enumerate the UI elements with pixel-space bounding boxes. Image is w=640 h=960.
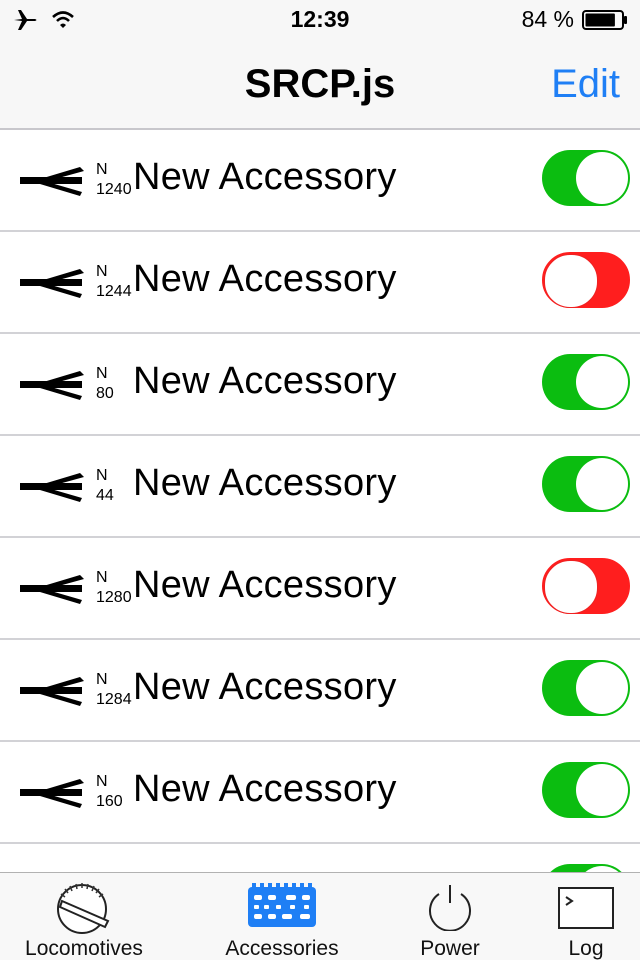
turnout-icon: [20, 779, 84, 808]
accessory-name: New Accessory: [133, 564, 397, 606]
locomotive-throttle-icon: [57, 883, 110, 934]
turnout-icon: [20, 575, 84, 604]
toggle-knob: [576, 152, 628, 204]
terminal-log-icon: [558, 887, 614, 929]
accessory-toggle-switch[interactable]: [542, 252, 630, 308]
page-title: SRCP.js: [244, 62, 396, 106]
battery-percent: 84 %: [521, 6, 574, 32]
toggle-knob: [576, 662, 628, 714]
accessory-address: 80: [96, 385, 114, 402]
accessory-direction: N: [96, 161, 108, 178]
accessory-address: 1240: [96, 181, 132, 198]
accessory-name: New Accessory: [133, 258, 397, 300]
accessory-toggle-switch[interactable]: [542, 660, 630, 716]
accessory-name: New Accessory: [133, 360, 397, 402]
accessory-name: New Accessory: [133, 156, 397, 198]
accessory-name: New Accessory: [133, 462, 397, 504]
turnout-icon: [20, 167, 84, 196]
accessory-toggle-switch[interactable]: [542, 558, 630, 614]
tab-label: Accessories: [225, 937, 339, 960]
accessory-direction: N: [96, 467, 108, 484]
accessory-address: 160: [96, 793, 123, 810]
toggle-knob: [576, 764, 628, 816]
accessory-direction: N: [96, 263, 108, 280]
navigation-bar: SRCP.js Edit: [0, 40, 640, 130]
tab-power[interactable]: Power: [392, 873, 508, 960]
tab-label: Power: [420, 937, 480, 960]
accessory-toggle-switch[interactable]: [542, 456, 630, 512]
accessory-row[interactable]: N 1240 New Accessory: [0, 130, 640, 232]
accessory-toggle-switch[interactable]: [542, 864, 630, 872]
turnout-icon: [20, 371, 84, 400]
accessory-direction: N: [96, 773, 108, 790]
turnout-icon: [20, 677, 84, 706]
accessory-toggle-switch[interactable]: [542, 354, 630, 410]
toggle-knob: [576, 458, 628, 510]
accessory-row[interactable]: NNew Accessory: [0, 844, 640, 872]
accessories-panel-icon: [248, 883, 316, 927]
tab-bar: Locomotives Accessories Power Log: [0, 872, 640, 960]
edit-button[interactable]: Edit: [551, 62, 620, 107]
tab-locomotives[interactable]: Locomotives: [0, 873, 168, 960]
app-screen: 12:39 84 % SRCP.js Edit N 1240 New Accesso…: [0, 0, 640, 960]
accessory-toggle-switch[interactable]: [542, 150, 630, 206]
tab-label: Log: [568, 937, 604, 960]
toggle-knob: [544, 560, 598, 614]
accessory-row[interactable]: N 160 New Accessory: [0, 742, 640, 844]
accessory-toggle-switch[interactable]: [542, 762, 630, 818]
accessory-direction: N: [96, 569, 108, 586]
accessory-row[interactable]: N 1244 New Accessory: [0, 232, 640, 334]
toggle-knob: [576, 356, 628, 408]
turnout-icon: [20, 473, 84, 502]
accessory-address: 1280: [96, 589, 132, 606]
toggle-knob: [544, 254, 598, 308]
accessory-row[interactable]: N 1284 New Accessory: [0, 640, 640, 742]
tab-accessories[interactable]: Accessories: [196, 873, 368, 960]
tab-log[interactable]: Log: [540, 873, 632, 960]
accessory-row[interactable]: N 80 New Accessory: [0, 334, 640, 436]
accessory-name: New Accessory: [133, 768, 397, 810]
turnout-icon: [20, 269, 84, 298]
accessory-direction: N: [96, 365, 108, 382]
accessory-list[interactable]: N 1240 New Accessory N 1244 New Accessory N 80 N…: [0, 130, 640, 872]
power-icon: [429, 885, 471, 931]
accessory-name: New Accessory: [133, 666, 397, 708]
accessory-row[interactable]: N 1280 New Accessory: [0, 538, 640, 640]
accessory-address: 44: [96, 487, 114, 504]
accessory-direction: N: [96, 671, 108, 688]
status-bar: 12:39 84 %: [0, 0, 640, 40]
accessory-address: 1244: [96, 283, 132, 300]
tab-label: Locomotives: [25, 937, 143, 960]
battery-icon: [582, 10, 627, 30]
accessory-address: 1284: [96, 691, 132, 708]
accessory-row[interactable]: N 44 New Accessory: [0, 436, 640, 538]
